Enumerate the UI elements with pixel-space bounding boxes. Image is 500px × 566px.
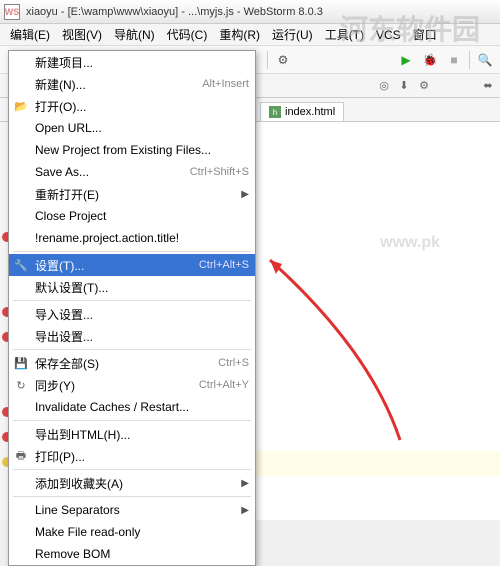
split-icon[interactable]: ⬌: [480, 78, 496, 94]
menu-default-settings[interactable]: 默认设置(T)...: [9, 276, 255, 298]
menu-new[interactable]: 新建(N)...Alt+Insert: [9, 73, 255, 95]
search-icon[interactable]: 🔍: [474, 49, 496, 71]
menu-add-favorite[interactable]: 添加到收藏夹(A)▶: [9, 472, 255, 494]
gear-icon[interactable]: ⚙: [416, 78, 432, 94]
window-title: xiaoyu - [E:\wamp\www\xiaoyu] - ...\myjs…: [26, 6, 323, 18]
webstorm-icon: WS: [4, 4, 20, 20]
menu-readonly[interactable]: Make File read-only: [9, 521, 255, 543]
menu-refactor[interactable]: 重构(R): [213, 26, 266, 43]
menu-navigate[interactable]: 导航(N): [108, 26, 161, 43]
folder-open-icon: 📂: [13, 98, 29, 114]
menu-remove-bom[interactable]: Remove BOM: [9, 543, 255, 565]
menu-save-all[interactable]: 💾保存全部(S)Ctrl+S: [9, 352, 255, 374]
stop-icon[interactable]: ■: [443, 49, 465, 71]
menu-run[interactable]: 运行(U): [266, 26, 319, 43]
menu-new-existing[interactable]: New Project from Existing Files...: [9, 139, 255, 161]
menu-settings[interactable]: 🔧设置(T)...Ctrl+Alt+S: [9, 254, 255, 276]
print-icon: 🖶: [13, 448, 29, 464]
menu-edit[interactable]: 编辑(E): [4, 26, 56, 43]
overlay-watermark: www.pk: [380, 234, 440, 252]
menu-import-settings[interactable]: 导入设置...: [9, 303, 255, 325]
menu-open-url[interactable]: Open URL...: [9, 117, 255, 139]
menu-rename-project[interactable]: !rename.project.action.title!: [9, 227, 255, 249]
menu-invalidate-caches[interactable]: Invalidate Caches / Restart...: [9, 396, 255, 418]
menu-line-separators[interactable]: Line Separators▶: [9, 499, 255, 521]
menu-new-project[interactable]: 新建项目...: [9, 51, 255, 73]
run-icon[interactable]: ▶: [395, 49, 417, 71]
menu-code[interactable]: 代码(C): [161, 26, 214, 43]
menu-print[interactable]: 🖶打印(P)...: [9, 445, 255, 467]
pin-icon[interactable]: ⬇: [396, 78, 412, 94]
background-watermark: 河东软件园: [340, 8, 480, 48]
menu-save-as[interactable]: Save As...Ctrl+Shift+S: [9, 161, 255, 183]
menu-close-project[interactable]: Close Project: [9, 205, 255, 227]
file-menu: 新建项目... 新建(N)...Alt+Insert 📂打开(O)... Ope…: [8, 50, 256, 566]
debug-icon[interactable]: 🐞: [419, 49, 441, 71]
menu-sync[interactable]: ↻同步(Y)Ctrl+Alt+Y: [9, 374, 255, 396]
html-file-icon: h: [269, 106, 281, 118]
menu-export-settings[interactable]: 导出设置...: [9, 325, 255, 347]
save-all-icon: 💾: [13, 355, 29, 371]
tab-index-html[interactable]: h index.html: [260, 102, 344, 121]
menu-view[interactable]: 视图(V): [56, 26, 108, 43]
menu-reopen[interactable]: 重新打开(E)▶: [9, 183, 255, 205]
target-icon[interactable]: ◎: [376, 78, 392, 94]
menu-export-html[interactable]: 导出到HTML(H)...: [9, 423, 255, 445]
wrench-icon: 🔧: [13, 257, 29, 273]
settings-icon[interactable]: ⚙: [272, 49, 294, 71]
sync-icon: ↻: [13, 377, 29, 393]
tab-label: index.html: [285, 106, 335, 118]
menu-open[interactable]: 📂打开(O)...: [9, 95, 255, 117]
